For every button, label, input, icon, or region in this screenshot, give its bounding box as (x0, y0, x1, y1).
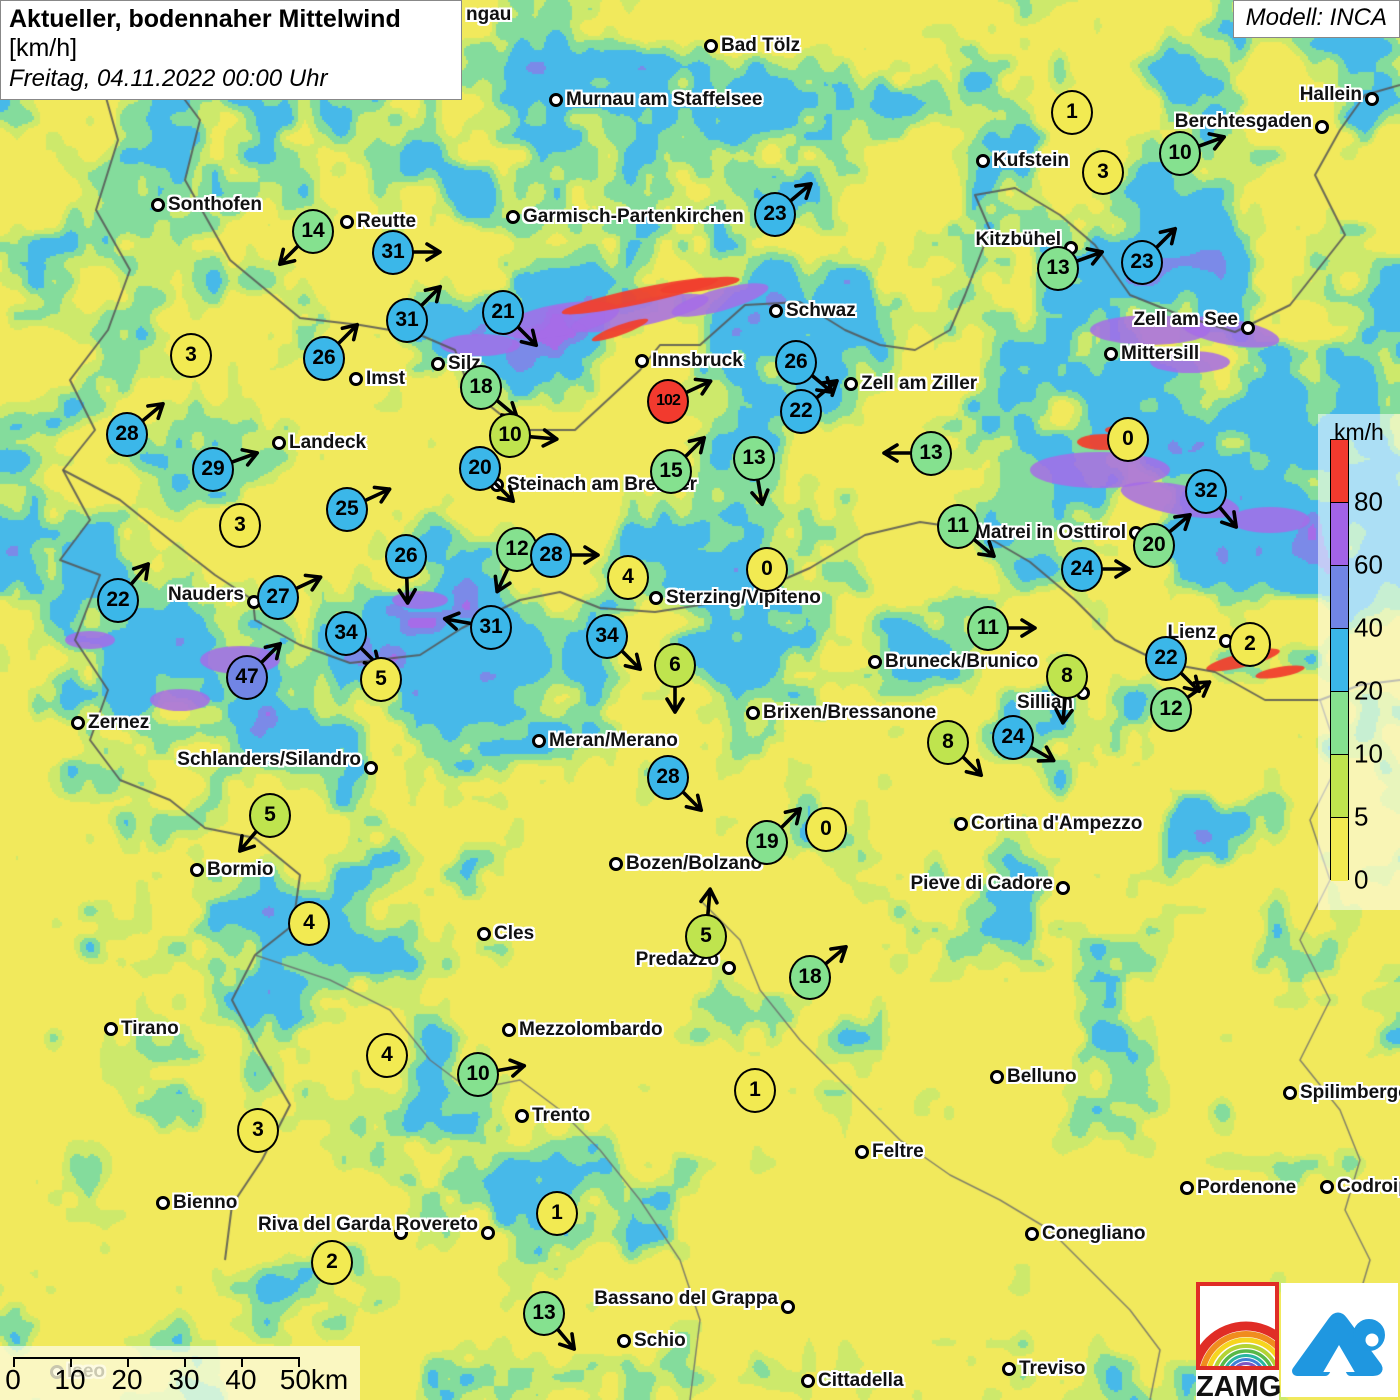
page-title: Aktueller, bodennaher Mittelwind [km/h] (9, 5, 451, 63)
wind-map: KemptenBad TölzMurnau am StaffelseeSonth… (0, 0, 1400, 1400)
legend-segment (1331, 566, 1348, 629)
zamg-logo[interactable]: ZAMG (1189, 1282, 1303, 1400)
wind-marker-24: 24 (1061, 546, 1103, 592)
wind-marker-23: 23 (754, 191, 796, 237)
title-text: Aktueller, bodennaher Mittelwind (9, 5, 401, 33)
wind-marker-13: 13 (523, 1290, 565, 1336)
wind-marker-12: 12 (1150, 686, 1192, 732)
wind-marker-28: 28 (106, 411, 148, 457)
wind-marker-3: 3 (170, 332, 212, 378)
wind-marker-0: 0 (805, 806, 847, 852)
wind-marker-27: 27 (257, 574, 299, 620)
wind-marker-26: 26 (303, 335, 345, 381)
model-label: Modell: INCA (1232, 0, 1400, 38)
scale-bar: 0 10 20 30 40 50km (0, 1346, 360, 1400)
wind-marker-2: 2 (1229, 621, 1271, 667)
wind-marker-102: 102 (647, 378, 689, 424)
wind-marker-4: 4 (607, 554, 649, 600)
wind-marker-22: 22 (1145, 635, 1187, 681)
scale-label: 10 (54, 1364, 86, 1395)
legend-segment (1331, 755, 1348, 818)
wind-marker-1: 1 (536, 1190, 578, 1236)
wind-marker-4: 4 (366, 1032, 408, 1078)
wind-marker-5: 5 (360, 656, 402, 702)
wind-marker-11: 11 (967, 605, 1009, 651)
legend-tick-80: 80 (1354, 486, 1383, 517)
legend-segment (1331, 692, 1348, 755)
wind-marker-1: 1 (734, 1067, 776, 1113)
wind-marker-24: 24 (992, 714, 1034, 760)
legend-tick-0: 0 (1354, 864, 1369, 895)
wind-marker-14: 14 (292, 208, 334, 254)
wind-marker-10: 10 (457, 1051, 499, 1097)
wind-marker-15: 15 (650, 448, 692, 494)
wind-marker-0: 0 (1107, 416, 1149, 462)
legend-segment (1331, 818, 1348, 881)
wind-marker-5: 5 (249, 792, 291, 838)
title-date: Freitag, 04.11.2022 00:00 Uhr (9, 65, 328, 92)
wind-marker-18: 18 (789, 954, 831, 1000)
wind-marker-26: 26 (775, 339, 817, 385)
wind-marker-20: 20 (459, 445, 501, 491)
wind-marker-21: 21 (482, 289, 524, 335)
wind-marker-26: 26 (385, 533, 427, 579)
wind-marker-1: 1 (1051, 89, 1093, 135)
wind-marker-2: 2 (311, 1239, 353, 1285)
scale-label: 20 (111, 1364, 143, 1395)
legend-segment (1331, 503, 1348, 566)
legend-colorbar (1330, 439, 1349, 881)
title-unit: [km/h] (9, 34, 78, 62)
wind-marker-11: 11 (937, 503, 979, 549)
wind-marker-47: 47 (226, 654, 268, 700)
zamg-rainbow-icon (1189, 1282, 1303, 1400)
scale-label: 40 (225, 1364, 257, 1395)
scale-label: 0 (5, 1364, 21, 1395)
wind-marker-3: 3 (219, 502, 261, 548)
wind-marker-13: 13 (1037, 245, 1079, 291)
wind-marker-31: 31 (470, 604, 512, 650)
wind-marker-22: 22 (97, 577, 139, 623)
legend-segment (1331, 629, 1348, 692)
scale-label: 30 (168, 1364, 200, 1395)
wind-marker-3: 3 (237, 1107, 279, 1153)
legend-tick-40: 40 (1354, 612, 1383, 643)
legend-segment (1331, 440, 1348, 503)
title-box: Aktueller, bodennaher Mittelwind [km/h] … (0, 0, 462, 100)
wind-marker-13: 13 (910, 430, 952, 476)
wind-marker-18: 18 (460, 364, 502, 410)
wind-marker-28: 28 (530, 532, 572, 578)
legend-tick-60: 60 (1354, 549, 1383, 580)
scale-bar-line (13, 1357, 299, 1359)
wind-marker-31: 31 (372, 229, 414, 275)
wind-marker-8: 8 (1046, 653, 1088, 699)
wind-marker-31: 31 (386, 297, 428, 343)
mountain-cloud-icon (1292, 1312, 1385, 1376)
wind-marker-23: 23 (1121, 239, 1163, 285)
wind-marker-6: 6 (654, 642, 696, 688)
zamg-logo-text: ZAMG (1196, 1371, 1282, 1400)
partner-logo[interactable] (1281, 1283, 1398, 1397)
wind-marker-4: 4 (288, 900, 330, 946)
wind-marker-34: 34 (586, 613, 628, 659)
scale-label: 50km (279, 1364, 349, 1395)
wind-marker-20: 20 (1133, 522, 1175, 568)
wind-marker-28: 28 (647, 754, 689, 800)
wind-marker-8: 8 (927, 719, 969, 765)
wind-marker-22: 22 (780, 388, 822, 434)
legend-tick-5: 5 (1354, 801, 1369, 832)
wind-marker-25: 25 (326, 486, 368, 532)
wind-marker-0: 0 (746, 546, 788, 592)
wind-marker-13: 13 (733, 435, 775, 481)
wind-marker-3: 3 (1082, 149, 1124, 195)
wind-marker-19: 19 (746, 819, 788, 865)
wind-markers-layer: 14 31 31 21 23 1 3 10 13 23 3 26 18 28 10 102 26 22 29 20 15… (0, 0, 1400, 1400)
wind-marker-34: 34 (325, 610, 367, 656)
legend-tick-20: 20 (1354, 675, 1383, 706)
wind-marker-5: 5 (685, 913, 727, 959)
wind-marker-10: 10 (1159, 130, 1201, 176)
wind-marker-29: 29 (192, 446, 234, 492)
wind-marker-10: 10 (489, 412, 531, 458)
wind-marker-32: 32 (1185, 468, 1227, 514)
legend-tick-10: 10 (1354, 738, 1383, 769)
